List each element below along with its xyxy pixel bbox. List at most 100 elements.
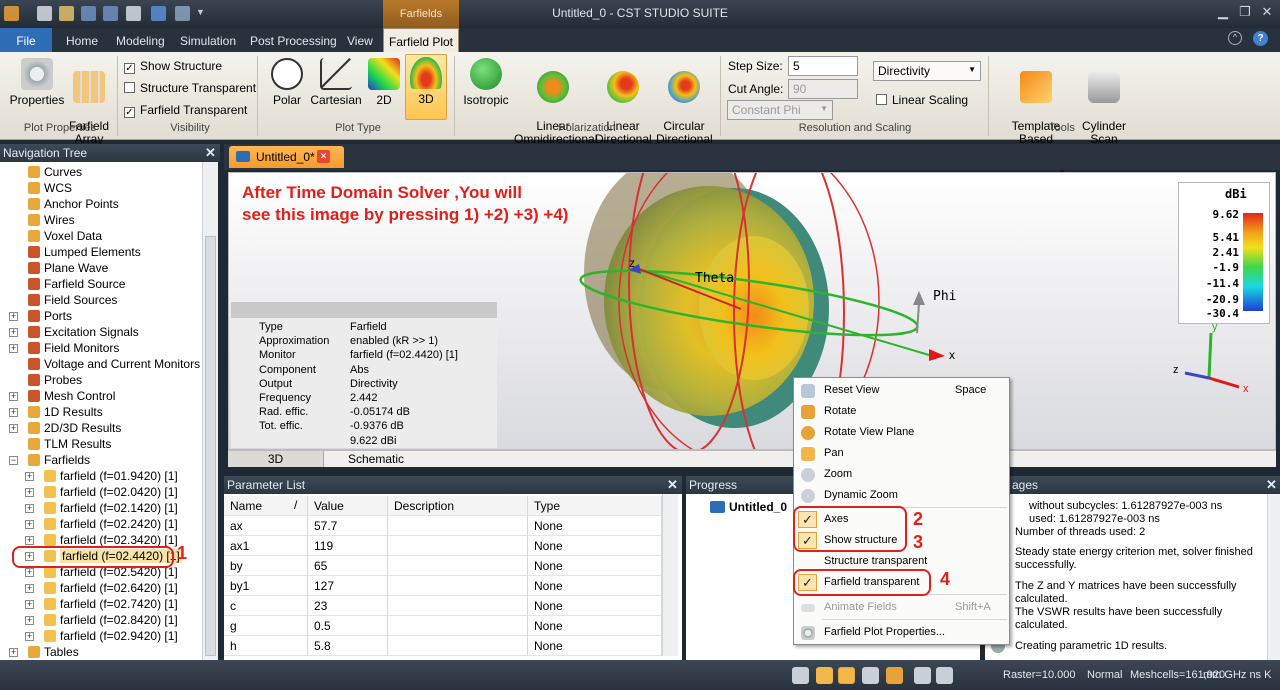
expand-icon[interactable]: +	[25, 488, 34, 497]
zoom-icon[interactable]	[862, 667, 879, 684]
rotate-icon[interactable]	[838, 667, 855, 684]
expand-icon[interactable]: +	[25, 600, 34, 609]
cut-mode-select[interactable]: Constant Phi ▼	[727, 100, 833, 120]
table-cell[interactable]: None	[528, 576, 662, 596]
tab-view[interactable]: View	[337, 28, 383, 52]
tab-farfield-plot[interactable]: Farfield Plot	[383, 28, 459, 52]
undo-icon[interactable]	[151, 6, 166, 21]
document-tab[interactable]: Untitled_0* ✕	[229, 146, 344, 168]
tree-item[interactable]: farfield (f=01.9420) [1]	[44, 468, 178, 484]
tab-file[interactable]: File	[0, 28, 52, 52]
isotropic-button[interactable]: Isotropic	[460, 56, 512, 107]
show-structure-checkbox[interactable]: ✓ Show Structure	[124, 58, 222, 74]
tree-item[interactable]: Ports	[28, 308, 72, 324]
plot-2d-button[interactable]: 2D	[366, 56, 402, 107]
tree-item[interactable]: Field Sources	[28, 292, 117, 308]
table-cell[interactable]: by	[224, 556, 308, 576]
table-cell[interactable]: 127	[308, 576, 388, 596]
tree-item[interactable]: Voxel Data	[28, 228, 102, 244]
redo-icon[interactable]	[175, 6, 190, 21]
table-cell[interactable]: 23	[308, 596, 388, 616]
expand-icon[interactable]: +	[9, 424, 18, 433]
cut-angle-input[interactable]: 90	[788, 79, 858, 99]
table-cell[interactable]: ax	[224, 516, 308, 536]
tree-item[interactable]: Curves	[28, 164, 82, 180]
column-header[interactable]: Value	[308, 496, 388, 516]
expand-icon[interactable]: +	[9, 392, 18, 401]
help-icon[interactable]: ?	[1253, 31, 1268, 46]
nav-scrollbar[interactable]	[202, 162, 218, 660]
cartesian-button[interactable]: Cartesian	[310, 56, 362, 107]
cylinder-scan-button[interactable]: Cylinder Scan	[1082, 56, 1126, 146]
table-cell[interactable]: 119	[308, 536, 388, 556]
tree-item[interactable]: Tables	[28, 644, 79, 660]
expand-icon[interactable]: +	[9, 344, 18, 353]
tab-modeling[interactable]: Modeling	[106, 28, 175, 52]
minimize-icon[interactable]: ▁	[1214, 4, 1232, 20]
param-scrollbar[interactable]	[662, 494, 678, 656]
progress-item[interactable]: Untitled_0	[729, 500, 787, 514]
tree-item[interactable]: Excitation Signals	[28, 324, 139, 340]
tree-item[interactable]: Plane Wave	[28, 260, 108, 276]
quantity-select[interactable]: Directivity ▼	[873, 61, 981, 81]
table-cell[interactable]	[388, 616, 528, 636]
menu-item-farfield-plot-properties[interactable]: Farfield Plot Properties...	[794, 622, 1009, 643]
table-cell[interactable]	[388, 576, 528, 596]
column-header[interactable]: Description	[388, 496, 528, 516]
print-icon[interactable]	[126, 6, 141, 21]
expand-icon[interactable]: +	[25, 536, 34, 545]
close-icon[interactable]: ✕	[667, 477, 678, 493]
close-icon[interactable]: ✕	[205, 145, 216, 161]
tree-item[interactable]: farfield (f=02.0420) [1]	[44, 484, 178, 500]
table-cell[interactable]: None	[528, 596, 662, 616]
tree-item[interactable]: WCS	[28, 180, 72, 196]
tree-item[interactable]: Farfield Source	[28, 276, 125, 292]
expand-icon[interactable]: +	[9, 648, 18, 657]
table-cell[interactable]	[388, 556, 528, 576]
tree-item[interactable]: Mesh Control	[28, 388, 115, 404]
expand-icon[interactable]: +	[25, 520, 34, 529]
tree-item[interactable]: Probes	[28, 372, 82, 388]
tree-item[interactable]: farfield (f=02.1420) [1]	[44, 500, 178, 516]
table-cell[interactable]: c	[224, 596, 308, 616]
table-cell[interactable]	[388, 516, 528, 536]
table-cell[interactable]: 0.5	[308, 616, 388, 636]
tree-item[interactable]: Farfields	[28, 452, 90, 468]
structure-transparent-checkbox[interactable]: Structure Transparent	[124, 80, 256, 96]
app-logo-icon[interactable]	[4, 6, 19, 21]
tree-item[interactable]: farfield (f=02.2420) [1]	[44, 516, 178, 532]
expand-icon[interactable]: +	[25, 472, 34, 481]
tree-item[interactable]: 2D/3D Results	[28, 420, 121, 436]
tab-simulation[interactable]: Simulation	[170, 28, 246, 52]
tree-item[interactable]: Voltage and Current Monitors	[28, 356, 200, 372]
tree-item[interactable]: TLM Results	[28, 436, 111, 452]
close-icon[interactable]: ✕	[1258, 4, 1276, 20]
circular-directional-button[interactable]: Circular Directional	[656, 56, 713, 146]
table-cell[interactable]: None	[528, 536, 662, 556]
close-icon[interactable]: ✕	[1266, 477, 1277, 493]
maximize-icon[interactable]: ❐	[1236, 4, 1254, 20]
menu-item-rotate[interactable]: Rotate	[794, 401, 1009, 422]
table-cell[interactable]	[388, 636, 528, 656]
tab-3d[interactable]: 3D	[228, 451, 324, 467]
scrollbar-thumb[interactable]	[205, 236, 216, 656]
tree-item[interactable]: Anchor Points	[28, 196, 119, 212]
table-cell[interactable]	[388, 536, 528, 556]
menu-item-reset-view[interactable]: Reset View Space	[794, 380, 1009, 401]
table-cell[interactable]: g	[224, 616, 308, 636]
table-cell[interactable]: None	[528, 516, 662, 536]
collapse-ribbon-icon[interactable]: ^	[1228, 31, 1242, 45]
expand-icon[interactable]: +	[9, 312, 18, 321]
tree-item[interactable]: farfield (f=02.7420) [1]	[44, 596, 178, 612]
properties-button[interactable]: Properties	[8, 56, 66, 107]
menu-item-zoom[interactable]: Zoom	[794, 464, 1009, 485]
tree-item[interactable]: Lumped Elements	[28, 244, 141, 260]
save-icon[interactable]	[81, 6, 96, 21]
menu-item-dynamic-zoom[interactable]: Dynamic Zoom	[794, 485, 1009, 506]
expand-icon[interactable]: +	[25, 504, 34, 513]
tree-item[interactable]: farfield (f=02.9420) [1]	[44, 628, 178, 644]
table-cell[interactable]: h	[224, 636, 308, 656]
save-all-icon[interactable]	[103, 6, 118, 21]
linear-scaling-checkbox[interactable]: Linear Scaling	[876, 92, 968, 108]
expand-icon[interactable]: +	[25, 584, 34, 593]
